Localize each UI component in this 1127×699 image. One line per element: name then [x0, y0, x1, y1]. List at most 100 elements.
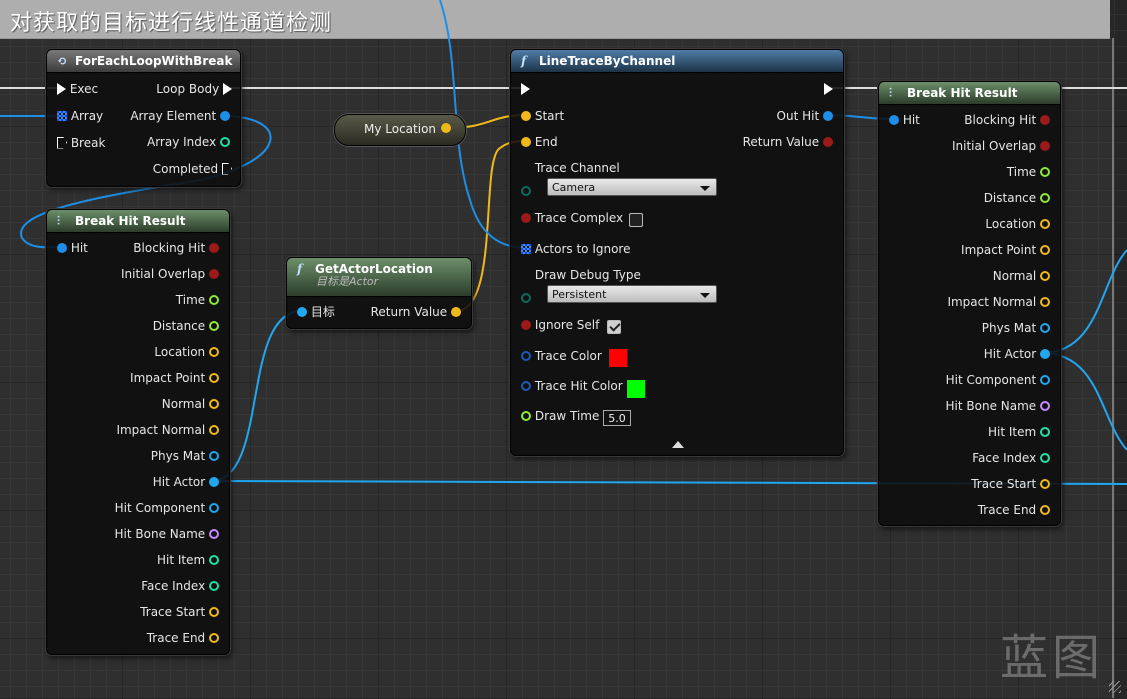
line-trace-by-channel-node[interactable]: f LineTraceByChannel Start Out Hit End Re… — [510, 49, 844, 456]
object-pin-icon[interactable] — [209, 502, 219, 513]
pin-trace-start[interactable]: Trace Start — [971, 476, 1050, 492]
pin-normal[interactable]: Normal — [162, 396, 219, 412]
object-pin-icon[interactable] — [297, 306, 307, 317]
pin-exec-in[interactable] — [521, 81, 530, 97]
pin-trace-channel[interactable]: Trace Channel — [521, 160, 620, 196]
node-header[interactable]: ⟲ ForEachLoopWithBreak — [47, 50, 240, 73]
pin-array-element[interactable]: Array Element — [130, 108, 230, 124]
int-pin-icon[interactable] — [1040, 426, 1050, 437]
object-pin-icon[interactable] — [209, 476, 219, 487]
vector-pin-icon[interactable] — [209, 632, 219, 643]
exec-pin-icon[interactable] — [824, 82, 833, 95]
object-pin-icon[interactable] — [209, 450, 219, 461]
node-header[interactable]: ⫶ Break Hit Result — [879, 82, 1060, 105]
pin-blocking-hit[interactable]: Blocking Hit — [133, 240, 219, 256]
pin-return-value[interactable]: Return Value — [743, 134, 833, 150]
pin-distance[interactable]: Distance — [153, 318, 219, 334]
node-header[interactable]: f GetActorLocation 目标是Actor — [287, 258, 471, 297]
pin-out-hit[interactable]: Out Hit — [777, 108, 833, 124]
vector-pin-icon[interactable] — [521, 110, 531, 121]
pin-array[interactable]: Array — [57, 108, 103, 124]
color-pin-icon[interactable] — [521, 350, 531, 361]
pin-completed[interactable]: Completed — [153, 161, 232, 177]
object-pin-icon[interactable] — [1040, 374, 1050, 385]
vector-pin-icon[interactable] — [209, 424, 219, 435]
vector-pin-icon[interactable] — [1040, 504, 1050, 515]
my-location-variable-node[interactable]: My Location — [334, 114, 466, 146]
pin-hit-actor[interactable]: Hit Actor — [984, 346, 1050, 362]
color-pin-icon[interactable] — [521, 380, 531, 391]
int-pin-icon[interactable] — [220, 136, 230, 147]
vector-pin-icon[interactable] — [209, 398, 219, 409]
float-pin-icon[interactable] — [209, 294, 219, 305]
pin-exec-out[interactable] — [824, 81, 833, 97]
pin-time[interactable]: Time — [176, 292, 219, 308]
pin-hit-component[interactable]: Hit Component — [115, 500, 219, 516]
pin-draw-debug-type[interactable]: Draw Debug Type — [521, 267, 641, 303]
vector-pin-icon[interactable] — [1040, 478, 1050, 489]
byte-pin-icon[interactable] — [521, 186, 531, 196]
vector-pin-icon[interactable] — [1040, 218, 1050, 229]
pin-impact-point[interactable]: Impact Point — [130, 370, 219, 386]
struct-pin-icon[interactable] — [823, 110, 833, 121]
pin-normal[interactable]: Normal — [993, 268, 1050, 284]
pin-trace-complex[interactable]: Trace Complex — [521, 210, 623, 226]
pin-ignore-self[interactable]: Ignore Self — [521, 317, 599, 333]
bool-pin-icon[interactable] — [521, 212, 531, 223]
array-pin-icon[interactable] — [521, 243, 531, 254]
pin-trace-color[interactable]: Trace Color — [521, 348, 602, 364]
trace-color-swatch[interactable] — [608, 348, 628, 368]
pin-hit-bone-name[interactable]: Hit Bone Name — [946, 398, 1050, 414]
exec-pin-icon[interactable] — [222, 162, 232, 175]
pin-draw-time[interactable]: Draw Time — [521, 408, 599, 424]
float-pin-icon[interactable] — [209, 320, 219, 331]
pin-face-index[interactable]: Face Index — [141, 578, 219, 594]
pin-hit[interactable]: Hit — [889, 112, 920, 128]
pin-actors-to-ignore[interactable]: Actors to Ignore — [521, 241, 631, 257]
vector-pin-icon[interactable] — [209, 372, 219, 383]
pin-impact-point[interactable]: Impact Point — [961, 242, 1050, 258]
vector-pin-icon[interactable] — [209, 606, 219, 617]
float-pin-icon[interactable] — [521, 410, 531, 421]
pin-loop-body[interactable]: Loop Body — [156, 81, 232, 97]
float-pin-icon[interactable] — [1040, 192, 1050, 203]
trace-hit-color-swatch[interactable] — [626, 379, 646, 399]
pin-initial-overlap[interactable]: Initial Overlap — [121, 266, 219, 282]
draw-time-input[interactable]: 5.0 — [603, 410, 631, 426]
pin-target[interactable]: 目标 — [297, 304, 335, 320]
vector-pin-icon[interactable] — [521, 136, 531, 147]
pin-trace-hit-color[interactable]: Trace Hit Color — [521, 378, 623, 394]
pin-hit-component[interactable]: Hit Component — [946, 372, 1050, 388]
pin-hit[interactable]: Hit — [57, 240, 88, 256]
exec-pin-icon[interactable] — [57, 136, 67, 149]
float-pin-icon[interactable] — [1040, 166, 1050, 177]
pin-phys-mat[interactable]: Phys Mat — [151, 448, 219, 464]
trace-complex-checkbox[interactable] — [629, 213, 643, 227]
vector-pin-icon[interactable] — [1040, 296, 1050, 307]
collapse-arrow-icon[interactable] — [672, 441, 684, 448]
pin-location[interactable]: Location — [154, 344, 219, 360]
vector-pin-icon[interactable] — [441, 123, 451, 133]
pin-hit-item[interactable]: Hit Item — [988, 424, 1050, 440]
pin-exec[interactable]: Exec — [57, 81, 98, 97]
array-pin-icon[interactable] — [57, 110, 67, 121]
name-pin-icon[interactable] — [209, 528, 219, 539]
pin-location[interactable]: Location — [985, 216, 1050, 232]
pin-hit-actor[interactable]: Hit Actor — [153, 474, 219, 490]
exec-pin-icon[interactable] — [223, 82, 232, 95]
vector-pin-icon[interactable] — [209, 346, 219, 357]
pin-impact-normal[interactable]: Impact Normal — [947, 294, 1050, 310]
bool-pin-icon[interactable] — [1040, 114, 1050, 125]
break-hit-result-node-right[interactable]: ⫶ Break Hit Result Hit Blocking Hit Initi… — [878, 81, 1061, 526]
pin-hit-bone-name[interactable]: Hit Bone Name — [115, 526, 219, 542]
pin-time[interactable]: Time — [1007, 164, 1050, 180]
pin-face-index[interactable]: Face Index — [972, 450, 1050, 466]
bool-pin-icon[interactable] — [1040, 140, 1050, 151]
pin-trace-end[interactable]: Trace End — [978, 502, 1050, 518]
int-pin-icon[interactable] — [209, 580, 219, 591]
pin-impact-normal[interactable]: Impact Normal — [116, 422, 219, 438]
pin-phys-mat[interactable]: Phys Mat — [982, 320, 1050, 336]
bool-pin-icon[interactable] — [521, 319, 531, 330]
struct-pin-icon[interactable] — [889, 114, 899, 125]
pin-trace-start[interactable]: Trace Start — [140, 604, 219, 620]
